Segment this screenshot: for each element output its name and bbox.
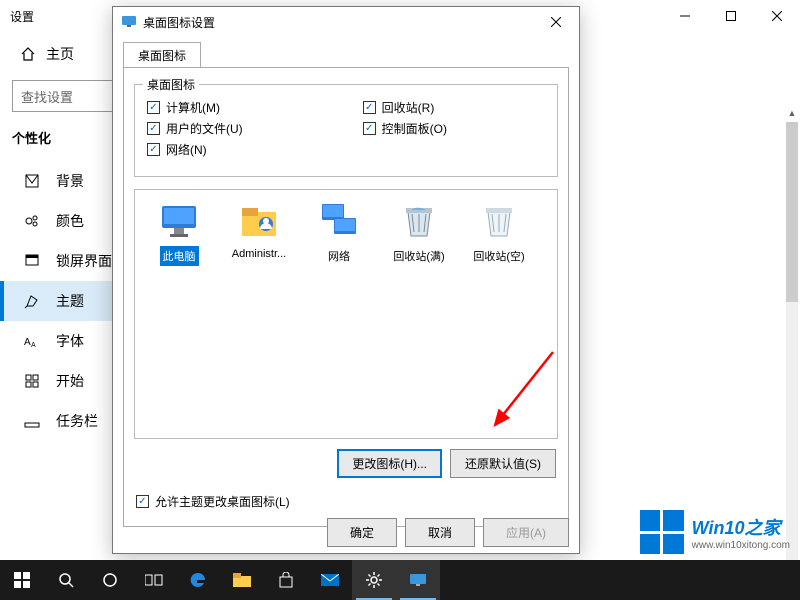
nav-label: 颜色 — [56, 211, 84, 231]
store-icon[interactable] — [264, 560, 308, 600]
desktop-settings-taskbar-icon[interactable] — [396, 560, 440, 600]
tab-desktop-icons[interactable]: 桌面图标 — [123, 42, 201, 68]
settings-title: 设置 — [10, 8, 34, 25]
windows-logo-icon — [640, 510, 684, 554]
nav-label: 主题 — [56, 291, 84, 311]
desktop-icons-group: 桌面图标 ✓计算机(M) ✓用户的文件(U) ✓网络(N) ✓回收站(R) ✓控… — [134, 84, 558, 177]
svg-text:A: A — [31, 342, 36, 349]
minimize-button[interactable] — [662, 0, 708, 32]
home-label: 主页 — [46, 44, 74, 64]
checkbox-network[interactable]: ✓网络(N) — [147, 141, 243, 158]
preview-item-network[interactable]: 网络 — [305, 200, 373, 271]
cancel-button[interactable]: 取消 — [405, 518, 475, 547]
file-explorer-icon[interactable] — [220, 560, 264, 600]
nav-label: 字体 — [56, 331, 84, 351]
icon-preview-area[interactable]: 此电脑 Administr... 网络 回收站(满) 回收站(空) — [134, 189, 558, 439]
preview-item-bin-full[interactable]: 回收站(满) — [385, 200, 453, 271]
preview-label: 回收站(空) — [470, 246, 527, 266]
preview-item-bin-empty[interactable]: 回收站(空) — [465, 200, 533, 271]
dialog-title: 桌面图标设置 — [143, 14, 215, 31]
search-placeholder: 查找设置 — [21, 87, 73, 106]
checkbox-computer[interactable]: ✓计算机(M) — [147, 99, 243, 116]
maximize-button[interactable] — [708, 0, 754, 32]
pc-icon — [158, 200, 200, 242]
preview-label: 回收站(满) — [390, 246, 447, 266]
settings-taskbar-icon[interactable] — [352, 560, 396, 600]
ok-button[interactable]: 确定 — [327, 518, 397, 547]
start-button[interactable] — [0, 560, 44, 600]
taskbar-search-icon[interactable] — [44, 560, 88, 600]
checkbox-recycle-bin[interactable]: ✓回收站(R) — [363, 99, 447, 116]
nav-icon — [24, 413, 40, 429]
checkbox-control-panel[interactable]: ✓控制面板(O) — [363, 120, 447, 137]
checkbox-user-files[interactable]: ✓用户的文件(U) — [147, 120, 243, 137]
nav-label: 开始 — [56, 371, 84, 391]
checkbox-allow-themes[interactable]: ✓允许主题更改桌面图标(L) — [136, 493, 290, 510]
mail-icon[interactable] — [308, 560, 352, 600]
desktop-icon-settings-dialog: 桌面图标设置 桌面图标 桌面图标 ✓计算机(M) ✓用户的文件(U) ✓网络(N… — [112, 6, 580, 554]
taskbar — [0, 560, 800, 600]
dialog-icon — [121, 14, 137, 31]
preview-label: Administr... — [229, 246, 289, 262]
home-icon — [20, 46, 36, 62]
nav-label: 背景 — [56, 171, 84, 191]
nav-icon — [24, 253, 40, 269]
nav-icon: AA — [24, 333, 40, 349]
scrollbar[interactable]: ▲ ▼ — [786, 122, 798, 562]
nav-icon — [24, 293, 40, 309]
tab-panel: 桌面图标 ✓计算机(M) ✓用户的文件(U) ✓网络(N) ✓回收站(R) ✓控… — [123, 67, 569, 527]
svg-text:A: A — [24, 337, 31, 348]
apply-button[interactable]: 应用(A) — [483, 518, 569, 547]
network-icon — [318, 200, 360, 242]
folder-icon — [238, 200, 280, 242]
preview-item-pc[interactable]: 此电脑 — [145, 200, 213, 271]
group-title: 桌面图标 — [143, 76, 199, 93]
task-view-icon[interactable] — [132, 560, 176, 600]
scroll-thumb[interactable] — [786, 122, 798, 302]
bin-empty-icon — [478, 200, 520, 242]
nav-icon — [24, 173, 40, 189]
nav-label: 锁屏界面 — [56, 251, 112, 271]
nav-icon — [24, 213, 40, 229]
change-icon-button[interactable]: 更改图标(H)... — [337, 449, 442, 478]
dialog-titlebar: 桌面图标设置 — [113, 7, 579, 37]
dialog-close-button[interactable] — [535, 9, 577, 35]
preview-label: 此电脑 — [160, 246, 199, 266]
watermark-url: www.win10xitong.com — [692, 540, 790, 551]
bin-full-icon — [398, 200, 440, 242]
preview-item-folder[interactable]: Administr... — [225, 200, 293, 267]
watermark-brand: Win10之家 — [692, 514, 790, 540]
cortana-icon[interactable] — [88, 560, 132, 600]
close-button[interactable] — [754, 0, 800, 32]
nav-icon — [24, 373, 40, 389]
watermark: Win10之家 www.win10xitong.com — [640, 510, 790, 554]
window-controls — [662, 0, 800, 32]
nav-label: 任务栏 — [56, 411, 98, 431]
restore-defaults-button[interactable]: 还原默认值(S) — [450, 449, 556, 478]
preview-label: 网络 — [325, 246, 353, 266]
scroll-up-icon[interactable]: ▲ — [786, 108, 798, 120]
edge-icon[interactable] — [176, 560, 220, 600]
